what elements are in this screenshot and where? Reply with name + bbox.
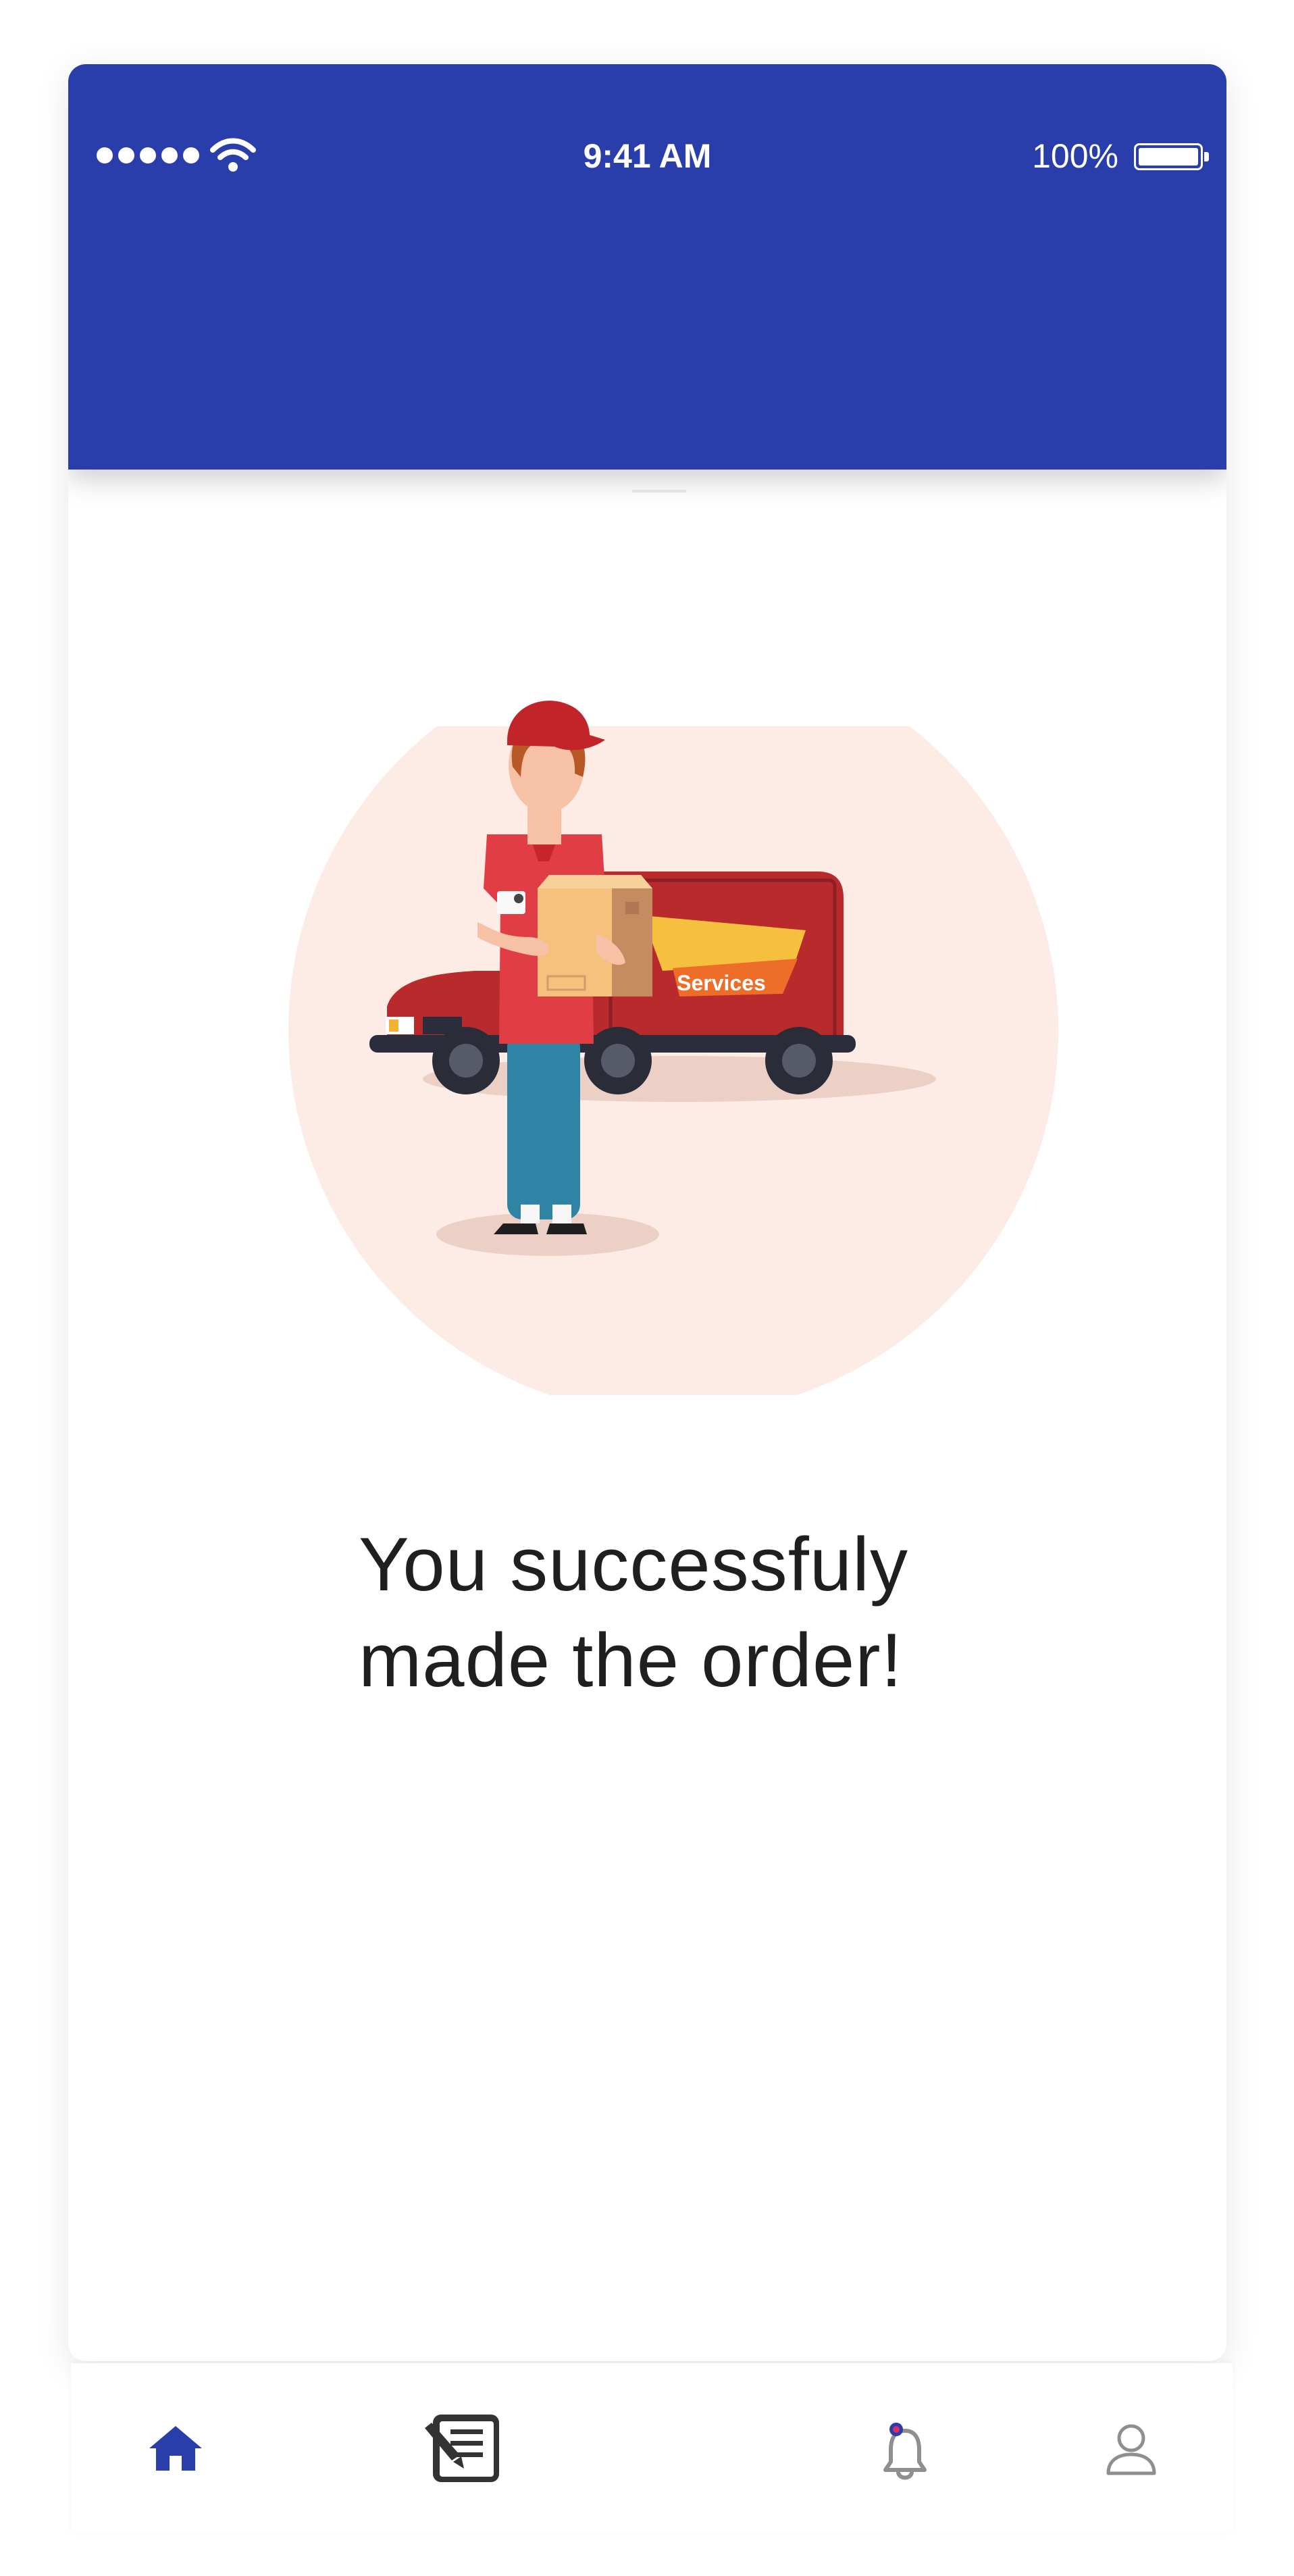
status-bar: 9:41 AM 100%	[68, 128, 1226, 189]
orders-nav-button[interactable]	[419, 2363, 520, 2533]
bottom-navigation	[71, 2363, 1233, 2533]
header-bar: 9:41 AM 100%	[68, 64, 1226, 470]
home-icon	[149, 2426, 202, 2471]
home-nav-button[interactable]	[135, 2363, 216, 2533]
orders-icon	[425, 2415, 499, 2482]
bell-icon	[883, 2423, 927, 2480]
delivery-man-illustration: Services	[288, 665, 1058, 1395]
app-screen: 9:41 AM 100% Services You successfuly ma…	[0, 0, 1294, 2576]
profile-nav-button[interactable]	[1091, 2363, 1172, 2533]
success-message: You successfuly made the order!	[359, 1517, 966, 1709]
profile-icon	[1106, 2424, 1156, 2475]
battery-percentage: 100%	[1032, 137, 1118, 175]
notifications-nav-button[interactable]	[864, 2363, 946, 2533]
battery-icon	[1134, 143, 1209, 170]
success-message-line-1: You successfuly	[359, 1522, 908, 1607]
phone-card: 9:41 AM 100% Services You successfuly ma…	[68, 64, 1226, 2361]
success-message-line-2: made the order!	[359, 1618, 903, 1702]
drag-handle[interactable]	[632, 490, 686, 493]
van-label: Services	[677, 971, 766, 995]
